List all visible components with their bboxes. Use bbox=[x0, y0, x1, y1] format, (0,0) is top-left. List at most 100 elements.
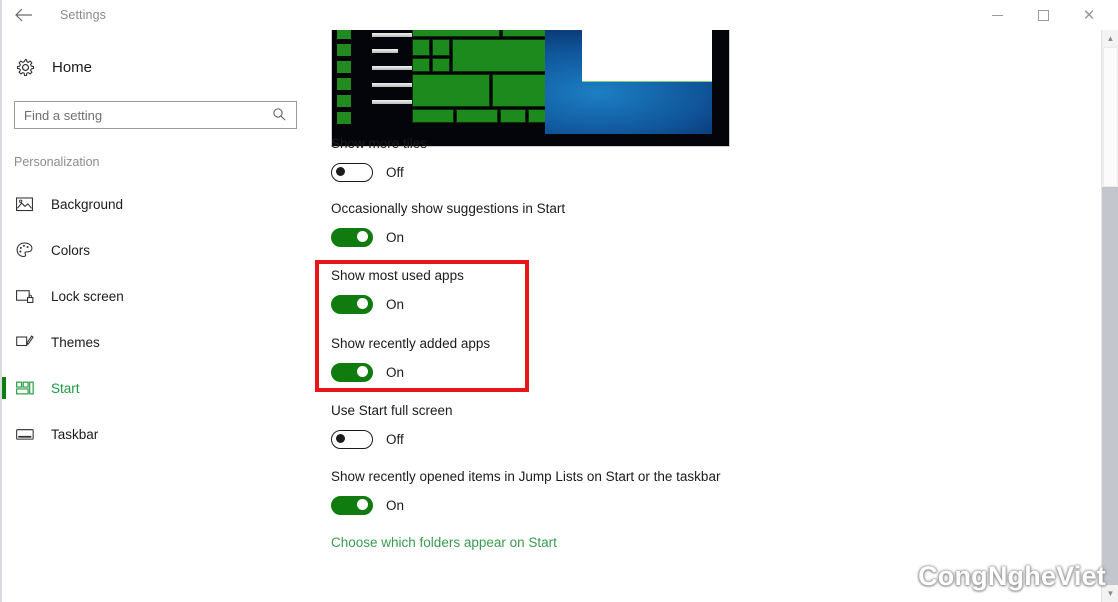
setting-label: Show more tiles bbox=[331, 136, 428, 151]
scroll-up-arrow-icon[interactable]: ▲ bbox=[1102, 30, 1118, 47]
toggle-state-label: Off bbox=[386, 432, 404, 447]
preview-tile bbox=[412, 109, 454, 123]
preview-tile bbox=[502, 30, 547, 37]
toggle-show-more-tiles[interactable] bbox=[331, 163, 373, 182]
toggle-row: On bbox=[331, 363, 490, 382]
preview-app-line bbox=[372, 33, 414, 37]
setting-show-more-tiles: Show more tiles Off bbox=[331, 135, 427, 182]
toggle-state-label: On bbox=[386, 297, 405, 312]
preview-app-line bbox=[372, 83, 414, 87]
sidebar-item-themes[interactable]: Themes bbox=[2, 319, 320, 365]
preview-app-line bbox=[372, 66, 414, 70]
toggle-show-jump-lists[interactable] bbox=[331, 496, 373, 515]
preview-app-line bbox=[372, 100, 414, 104]
start-tiles-icon bbox=[16, 381, 46, 396]
preview-tile bbox=[432, 39, 450, 56]
active-indicator bbox=[2, 377, 6, 399]
title-bar: Settings ✕ bbox=[2, 0, 1118, 30]
toggle-knob bbox=[336, 434, 345, 443]
search-input[interactable] bbox=[15, 102, 255, 128]
sidebar-item-colors[interactable]: Colors bbox=[2, 227, 320, 273]
picture-icon bbox=[16, 196, 46, 212]
gear-icon bbox=[16, 58, 48, 77]
setting-label: Occasionally show suggestions in Start bbox=[331, 201, 566, 216]
preview-right-edge bbox=[712, 30, 729, 146]
sidebar-item-label: Colors bbox=[51, 242, 91, 258]
toggle-state-label: On bbox=[386, 365, 405, 380]
sidebar-item-label: Themes bbox=[51, 334, 100, 350]
toggle-knob bbox=[357, 231, 368, 242]
toggle-knob bbox=[357, 499, 368, 510]
close-icon: ✕ bbox=[1082, 6, 1096, 24]
maximize-button[interactable] bbox=[1020, 0, 1066, 30]
sidebar-item-taskbar[interactable]: Taskbar bbox=[2, 411, 320, 457]
preview-app-line bbox=[372, 49, 398, 53]
preview-rail-item bbox=[337, 61, 351, 73]
preview-rail-item bbox=[337, 112, 351, 124]
toggle-state-label: Off bbox=[386, 165, 404, 180]
setting-show-suggestions: Occasionally show suggestions in Start O… bbox=[331, 200, 565, 247]
taskbar-icon bbox=[16, 428, 46, 441]
preview-desktop-notch bbox=[582, 30, 712, 82]
preview-tile bbox=[456, 109, 498, 123]
vertical-scrollbar[interactable]: ▲ ▼ bbox=[1101, 30, 1118, 602]
toggle-show-recently-added-apps[interactable] bbox=[331, 363, 373, 382]
toggle-show-most-used-apps[interactable] bbox=[331, 295, 373, 314]
setting-show-most-used-apps: Show most used apps On bbox=[331, 267, 464, 314]
toggle-row: Off bbox=[331, 430, 453, 449]
setting-show-jump-lists: Show recently opened items in Jump Lists… bbox=[331, 468, 720, 515]
toggle-show-suggestions[interactable] bbox=[331, 228, 373, 247]
setting-label: Show recently added apps bbox=[331, 336, 491, 351]
choose-folders-link[interactable]: Choose which folders appear on Start bbox=[331, 535, 557, 550]
scrollbar-thumb[interactable] bbox=[1103, 47, 1118, 187]
settings-window: Settings ✕ Home Find a setting Personali… bbox=[0, 0, 1118, 602]
back-arrow-icon bbox=[15, 8, 32, 22]
sidebar: Home Personalization bbox=[2, 30, 320, 602]
main-content: Show more tiles Off Occasionally show su… bbox=[320, 30, 1100, 602]
preview-tile-area bbox=[412, 30, 547, 146]
setting-use-start-full-screen: Use Start full screen Off bbox=[331, 402, 453, 449]
preview-rail-item bbox=[337, 95, 351, 107]
sidebar-nav: Background Colors Lock screen Themes Sta… bbox=[2, 181, 320, 457]
sidebar-home-label: Home bbox=[52, 58, 93, 76]
back-button[interactable] bbox=[2, 0, 46, 30]
toggle-use-start-full-screen[interactable] bbox=[331, 430, 373, 449]
minimize-icon bbox=[991, 14, 1003, 16]
scrollbar-track-lower[interactable] bbox=[1102, 187, 1118, 585]
toggle-knob bbox=[357, 366, 368, 377]
minimize-button[interactable] bbox=[974, 0, 1020, 30]
preview-rail-item bbox=[337, 44, 351, 56]
preview-tile bbox=[412, 58, 430, 72]
sidebar-item-start[interactable]: Start bbox=[2, 365, 320, 411]
watermark: CongNgheViet bbox=[918, 561, 1106, 591]
maximize-icon bbox=[1037, 9, 1049, 21]
toggle-row: Off bbox=[331, 163, 427, 182]
window-title: Settings bbox=[60, 8, 106, 22]
preview-tile bbox=[432, 58, 450, 72]
sidebar-item-background[interactable]: Background bbox=[2, 181, 320, 227]
preview-tile bbox=[412, 74, 490, 107]
search-icon bbox=[272, 107, 287, 127]
preview-rail-item bbox=[337, 30, 351, 39]
setting-label: Use Start full screen bbox=[331, 403, 453, 418]
sidebar-item-home[interactable]: Home bbox=[2, 50, 320, 84]
preview-tile bbox=[412, 30, 500, 37]
close-button[interactable]: ✕ bbox=[1066, 0, 1112, 30]
toggle-state-label: On bbox=[386, 230, 405, 245]
toggle-state-label: On bbox=[386, 498, 405, 513]
search-box[interactable] bbox=[14, 101, 297, 129]
setting-label: Show most used apps bbox=[331, 268, 464, 283]
toggle-knob bbox=[357, 298, 368, 309]
toggle-knob bbox=[336, 167, 345, 176]
toggle-row: On bbox=[331, 295, 464, 314]
sidebar-item-lock-screen[interactable]: Lock screen bbox=[2, 273, 320, 319]
palette-icon bbox=[16, 242, 46, 258]
setting-show-recently-added-apps: Show recently added apps On bbox=[331, 335, 490, 382]
toggle-row: On bbox=[331, 228, 565, 247]
preview-tile bbox=[452, 39, 547, 72]
scrollbar-track[interactable] bbox=[1102, 47, 1118, 585]
setting-label: Show recently opened items in Jump Lists… bbox=[331, 469, 721, 484]
sidebar-item-label: Lock screen bbox=[51, 288, 124, 304]
sidebar-item-label: Background bbox=[51, 196, 124, 212]
window-controls: ✕ bbox=[974, 0, 1112, 30]
